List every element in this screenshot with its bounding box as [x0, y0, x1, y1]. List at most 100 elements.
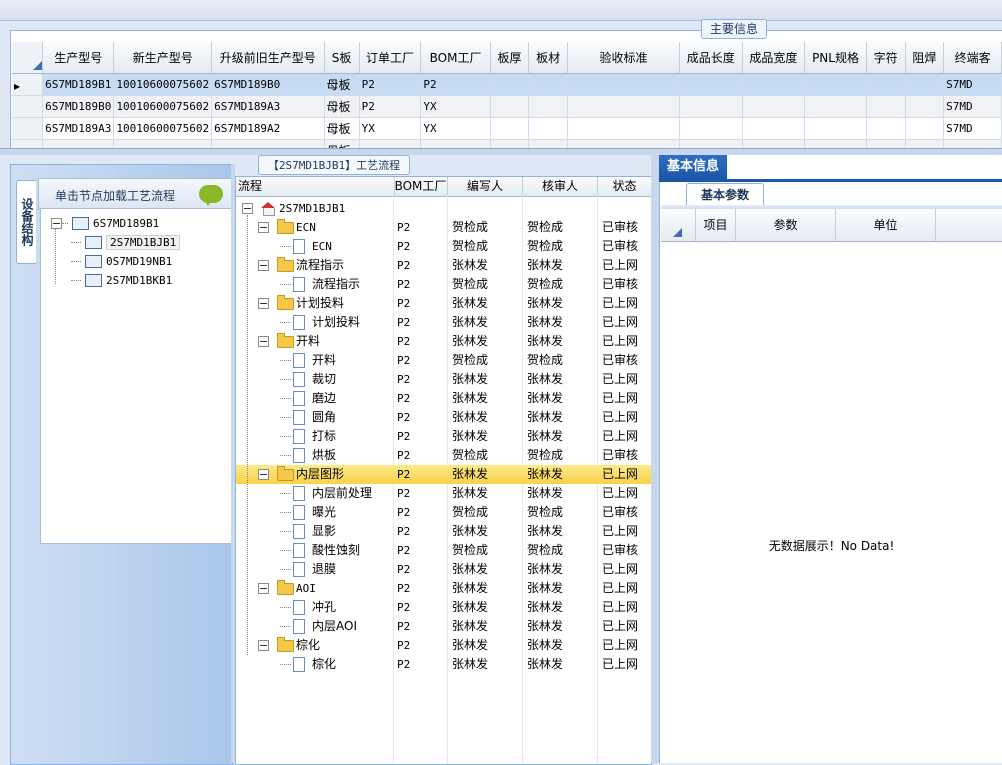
process-root-row[interactable]: 2S7MD1BJB1: [236, 199, 651, 218]
process-row[interactable]: 内层AOI P2 张林发 张林发 已上网: [236, 617, 651, 636]
process-row[interactable]: ECN P2 贺检成 贺检成 已审核: [236, 218, 651, 237]
table-cell[interactable]: [567, 117, 680, 140]
col-header[interactable]: 字符: [866, 42, 906, 74]
table-cell[interactable]: [490, 117, 530, 140]
table-cell[interactable]: [567, 73, 680, 96]
table-cell[interactable]: 6S7MD189B0: [211, 73, 325, 96]
col-header[interactable]: PNL规格: [804, 42, 867, 74]
basic-params-tab[interactable]: 基本参数: [686, 183, 764, 206]
table-cell[interactable]: [866, 73, 906, 96]
tree-toggle[interactable]: [258, 636, 269, 655]
table-cell[interactable]: [742, 95, 806, 118]
col-header[interactable]: 新生产型号: [113, 42, 213, 74]
process-row[interactable]: 冲孔 P2 张林发 张林发 已上网: [236, 598, 651, 617]
table-cell[interactable]: [679, 73, 743, 96]
process-row[interactable]: AOI P2 张林发 张林发 已上网: [236, 579, 651, 598]
table-cell[interactable]: [742, 117, 806, 140]
table-cell[interactable]: P2: [359, 95, 422, 118]
table-cell[interactable]: [866, 95, 906, 118]
table-cell[interactable]: [679, 95, 743, 118]
process-row[interactable]: 计划投料 P2 张林发 张林发 已上网: [236, 294, 651, 313]
table-cell[interactable]: [490, 139, 530, 148]
table-cell[interactable]: [567, 95, 680, 118]
device-structure-tab[interactable]: 设备结构: [16, 180, 36, 264]
process-row[interactable]: 内层前处理 P2 张林发 张林发 已上网: [236, 484, 651, 503]
collapse-icon[interactable]: [242, 203, 253, 214]
table-cell[interactable]: [528, 139, 569, 148]
process-row[interactable]: 打标 P2 张林发 张林发 已上网: [236, 427, 651, 446]
col-header-param[interactable]: 参数: [736, 209, 836, 241]
table-cell[interactable]: [528, 117, 569, 140]
row-indicator[interactable]: [12, 95, 44, 118]
table-cell[interactable]: [866, 139, 906, 148]
col-header[interactable]: 板材: [528, 42, 569, 74]
col-header-unit[interactable]: 单位: [836, 209, 936, 241]
process-row[interactable]: 开料 P2 贺检成 贺检成 已审核: [236, 351, 651, 370]
col-header[interactable]: 成品长度: [679, 42, 743, 74]
tree-toggle[interactable]: [258, 332, 269, 351]
device-tree-node[interactable]: 0S7MD19NB1: [71, 252, 172, 270]
process-row[interactable]: 裁切 P2 张林发 张林发 已上网: [236, 370, 651, 389]
col-header[interactable]: 升级前旧生产型号: [211, 42, 325, 74]
col-header[interactable]: 阻焊: [905, 42, 945, 74]
table-cell[interactable]: [528, 95, 569, 118]
table-cell[interactable]: S7MD: [943, 95, 1002, 118]
table-cell[interactable]: 母板: [324, 139, 360, 148]
table-cell[interactable]: 6S7MD189A3: [42, 117, 115, 140]
table-cell[interactable]: YX: [359, 117, 422, 140]
process-row[interactable]: ECN P2 贺检成 贺检成 已审核: [236, 237, 651, 256]
process-row[interactable]: 退膜 P2 张林发 张林发 已上网: [236, 560, 651, 579]
table-cell[interactable]: S7MD: [943, 117, 1002, 140]
col-header[interactable]: S板: [324, 42, 360, 74]
table-cell[interactable]: 6S7MD189A3: [211, 95, 325, 118]
process-tab[interactable]: 【2S7MD1BJB1】工艺流程: [258, 155, 410, 175]
col-header[interactable]: BOM工厂: [420, 42, 491, 74]
process-row[interactable]: 开料 P2 张林发 张林发 已上网: [236, 332, 651, 351]
horizontal-splitter[interactable]: [0, 148, 1002, 155]
table-row[interactable]: 母板: [12, 139, 1002, 148]
table-cell[interactable]: 6S7MD189B1: [42, 73, 115, 96]
tree-toggle[interactable]: [258, 294, 269, 313]
table-cell[interactable]: [804, 95, 867, 118]
table-cell[interactable]: [567, 139, 680, 148]
col-header[interactable]: 板厚: [490, 42, 530, 74]
table-cell[interactable]: [679, 139, 743, 148]
device-tree-node[interactable]: 2S7MD1BJB1: [71, 233, 181, 251]
table-cell[interactable]: [905, 117, 945, 140]
row-indicator[interactable]: [12, 139, 44, 148]
col-header[interactable]: 验收标准: [567, 42, 680, 74]
table-cell[interactable]: 母板: [324, 95, 360, 118]
table-cell[interactable]: 母板: [324, 73, 360, 96]
table-cell[interactable]: [490, 95, 530, 118]
table-cell[interactable]: 10010600075602: [113, 117, 213, 140]
table-cell[interactable]: P2: [359, 73, 422, 96]
table-cell[interactable]: [113, 139, 213, 148]
tree-toggle[interactable]: [258, 579, 269, 598]
table-cell[interactable]: [359, 139, 422, 148]
process-row[interactable]: 棕化 P2 张林发 张林发 已上网: [236, 636, 651, 655]
col-header[interactable]: 终端客: [943, 42, 1002, 74]
table-cell[interactable]: [42, 139, 115, 148]
table-cell[interactable]: 10010600075602: [113, 95, 213, 118]
device-tree-root[interactable]: 6S7MD189B1: [51, 214, 159, 232]
table-cell[interactable]: 母板: [324, 117, 360, 140]
table-row[interactable]: 6S7MD189B0 10010600075602 6S7MD189A3 母板 P2 YX…: [12, 95, 1002, 118]
table-cell[interactable]: [742, 139, 806, 148]
table-cell[interactable]: [866, 117, 906, 140]
table-cell[interactable]: YX: [420, 117, 491, 140]
table-row[interactable]: ▶ 6S7MD189B1 10010600075602 6S7MD189B0 母板 P2 P…: [12, 73, 1002, 96]
table-cell[interactable]: [905, 73, 945, 96]
process-row[interactable]: 烘板 P2 贺检成 贺检成 已审核: [236, 446, 651, 465]
table-cell[interactable]: S7MD: [943, 73, 1002, 96]
process-row[interactable]: 显影 P2 张林发 张林发 已上网: [236, 522, 651, 541]
tree-toggle[interactable]: [258, 218, 269, 237]
basic-info-tab[interactable]: 基本信息: [659, 155, 727, 179]
table-cell[interactable]: 10010600075602: [113, 73, 213, 96]
row-indicator[interactable]: ▶: [12, 73, 44, 96]
col-header-reviewer[interactable]: 核审人: [523, 177, 598, 196]
collapse-icon[interactable]: [258, 260, 269, 271]
col-header-writer[interactable]: 编写人: [448, 177, 523, 196]
table-row[interactable]: 6S7MD189A3 10010600075602 6S7MD189A2 母板 YX YX…: [12, 117, 1002, 140]
table-cell[interactable]: [679, 117, 743, 140]
collapse-icon[interactable]: [258, 336, 269, 347]
